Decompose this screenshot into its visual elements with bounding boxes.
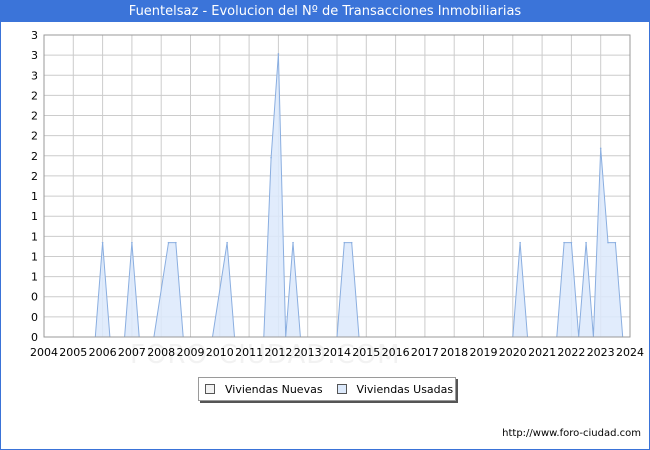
x-tick-label: 2015	[352, 346, 380, 359]
x-tick-label: 2008	[147, 346, 175, 359]
x-tick-label: 2011	[235, 346, 263, 359]
source-url: http://www.foro-ciudad.com	[502, 428, 641, 439]
y-tick-label: 1	[31, 250, 38, 263]
x-tick-label: 2006	[89, 346, 117, 359]
data-point	[101, 241, 104, 244]
y-tick-label: 1	[31, 230, 38, 243]
y-tick-label: 2	[31, 110, 38, 123]
data-point	[343, 241, 346, 244]
x-tick-label: 2022	[557, 346, 585, 359]
y-tick-label: 2	[31, 89, 38, 102]
x-tick-label: 2019	[470, 346, 498, 359]
y-tick-label: 3	[31, 29, 38, 42]
y-tick-label: 2	[31, 150, 38, 163]
x-tick-label: 2018	[440, 346, 468, 359]
y-tick-label: 3	[31, 49, 38, 62]
data-point	[350, 241, 353, 244]
y-tick-label: 2	[31, 170, 38, 183]
y-tick-label: 0	[31, 331, 38, 344]
x-tick-label: 2007	[118, 346, 146, 359]
x-tick-label: 2005	[59, 346, 87, 359]
x-tick-label: 2013	[294, 346, 322, 359]
x-tick-label: 2012	[264, 346, 292, 359]
x-tick-label: 2017	[411, 346, 439, 359]
data-point	[167, 241, 170, 244]
legend-label-nuevas: Viviendas Nuevas	[225, 382, 323, 396]
data-point	[270, 156, 272, 159]
legend-item-nuevas: Viviendas Nuevas	[205, 383, 323, 396]
y-tick-label: 2	[31, 130, 38, 143]
legend: Viviendas Nuevas Viviendas Usadas	[198, 377, 456, 401]
x-tick-label: 2004	[30, 346, 58, 359]
data-point	[292, 241, 294, 244]
data-point	[614, 241, 617, 244]
x-tick-label: 2014	[323, 346, 351, 359]
x-tick-label: 2023	[587, 346, 615, 359]
x-tick-label: 2020	[499, 346, 527, 359]
x-tick-label: 2010	[206, 346, 234, 359]
legend-swatch-nuevas	[205, 384, 215, 394]
data-point	[599, 147, 602, 150]
legend-swatch-usadas	[336, 384, 347, 394]
y-tick-label: 1	[31, 210, 38, 223]
data-point	[277, 53, 280, 55]
data-point	[131, 241, 133, 244]
legend-item-usadas: Viviendas Usadas	[336, 382, 454, 396]
data-point	[563, 241, 565, 244]
data-point	[585, 241, 587, 244]
data-point	[570, 241, 573, 244]
y-tick-label: 1	[31, 190, 38, 203]
legend-label-usadas: Viviendas Usadas	[356, 382, 454, 396]
y-tick-label: 3	[31, 69, 38, 82]
x-tick-label: 2021	[528, 346, 556, 359]
data-point	[226, 241, 228, 244]
x-tick-label: 2024	[616, 346, 644, 359]
data-point	[175, 241, 177, 244]
x-tick-label: 2009	[177, 346, 205, 359]
y-tick-label: 1	[31, 271, 38, 284]
data-point	[519, 241, 521, 244]
x-tick-label: 2016	[382, 346, 410, 359]
y-tick-label: 0	[31, 291, 38, 304]
y-tick-label: 0	[31, 311, 38, 324]
data-point	[607, 241, 609, 244]
